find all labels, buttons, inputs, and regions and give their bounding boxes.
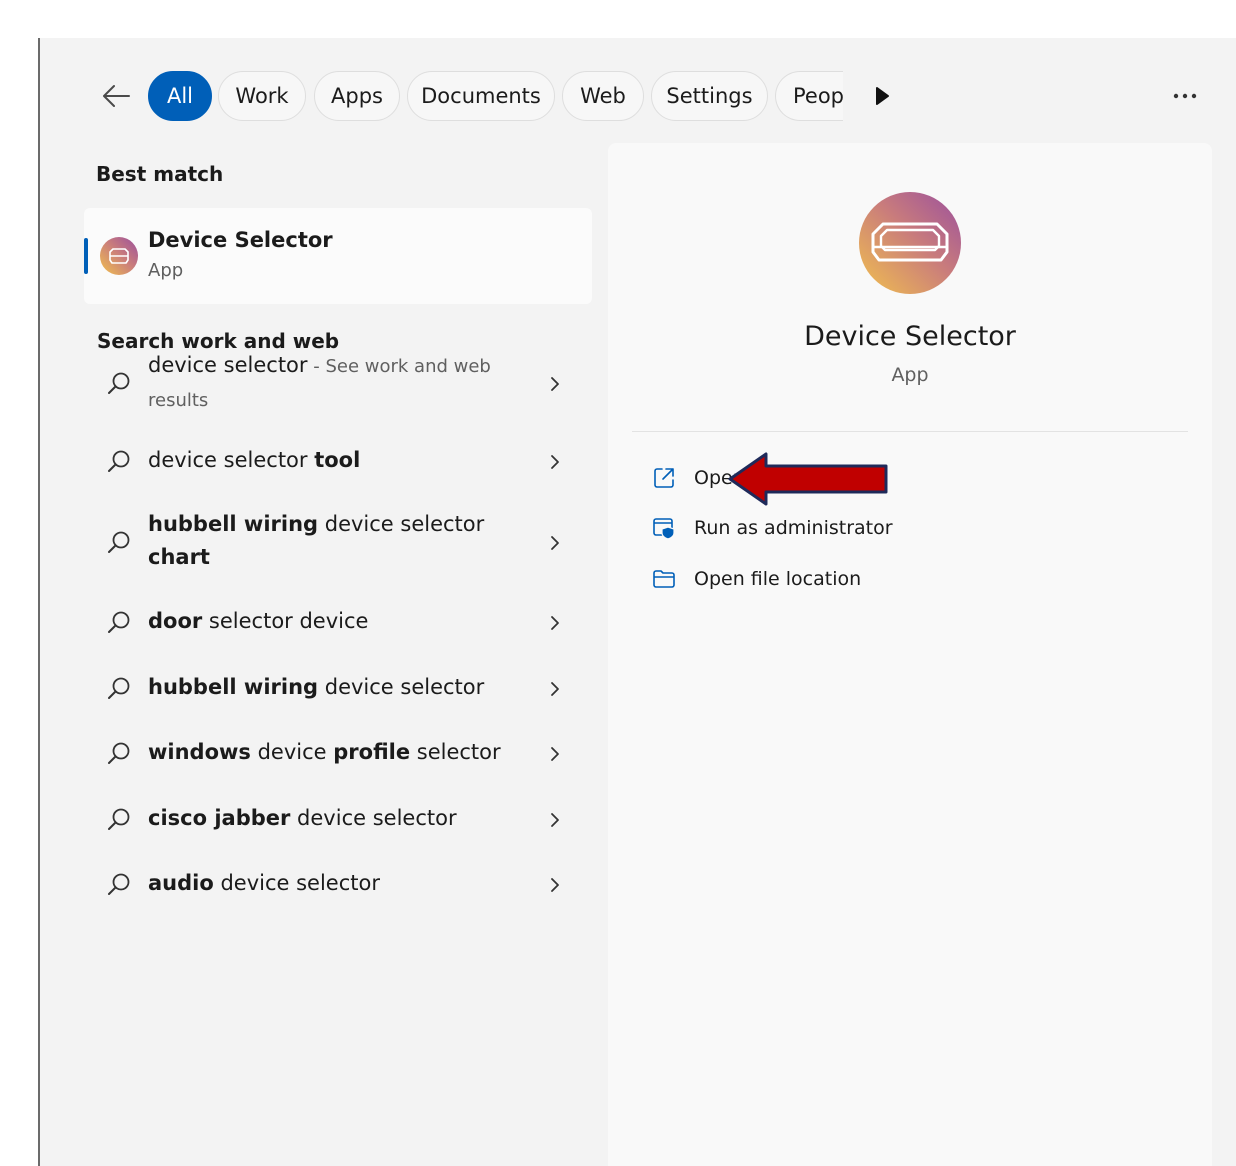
search-suggestion[interactable]: hubbell wiring device selector <box>96 671 576 707</box>
search-suggestion-text: hubbell wiring device selector <box>148 675 485 699</box>
best-match-heading: Best match <box>96 162 224 186</box>
run-as-admin-label: Run as administrator <box>694 517 893 539</box>
search-icon <box>108 677 130 699</box>
tab-documents[interactable]: Documents <box>407 71 555 121</box>
tab-work[interactable]: Work <box>218 71 306 121</box>
search-icon <box>108 450 130 472</box>
open-external-icon <box>654 468 674 488</box>
tab-people[interactable]: Peop <box>775 71 843 121</box>
search-icon <box>108 808 130 830</box>
search-suggestion[interactable]: device selector tool <box>96 444 576 480</box>
search-suggestion[interactable]: hubbell wiring device selector chart <box>96 508 576 578</box>
back-arrow-icon <box>103 85 130 107</box>
more-options-button[interactable] <box>1166 78 1204 114</box>
tab-settings[interactable]: Settings <box>651 71 768 121</box>
app-detail-pane: Device Selector App Open Run as administ… <box>608 143 1212 1166</box>
tab-web[interactable]: Web <box>562 71 644 121</box>
search-icon <box>108 611 130 633</box>
more-icon <box>1173 93 1197 99</box>
chevron-right-icon <box>551 682 559 696</box>
search-icon <box>108 531 130 553</box>
back-button[interactable] <box>96 76 136 116</box>
best-match-name: Device Selector <box>148 228 333 252</box>
detail-divider <box>632 431 1188 432</box>
search-icon <box>108 372 130 394</box>
search-suggestion[interactable]: cisco jabber device selector <box>96 802 576 838</box>
search-suggestion-text: hubbell wiring device selector chart <box>148 512 485 569</box>
search-suggestion[interactable]: device selector - See work and web resul… <box>96 349 576 419</box>
tab-apps[interactable]: Apps <box>314 71 400 121</box>
device-selector-app-icon <box>100 237 138 275</box>
chevron-right-icon <box>551 536 559 550</box>
search-suggestion-text: audio device selector <box>148 871 380 895</box>
search-suggestion-text: cisco jabber device selector <box>148 806 457 830</box>
search-suggestion[interactable]: windows device profile selector <box>96 736 576 772</box>
search-icon <box>108 742 130 764</box>
search-panel: All Work Apps Documents Web Settings Peo… <box>38 38 1236 1166</box>
run-as-admin-action[interactable]: Run as administrator <box>648 511 948 547</box>
chevron-right-icon <box>551 616 559 630</box>
search-icon <box>108 873 130 895</box>
detail-app-name: Device Selector <box>804 321 1016 352</box>
chevron-right-icon <box>551 455 559 469</box>
play-next-icon <box>876 87 889 105</box>
search-suggestion[interactable]: door selector device <box>96 605 576 641</box>
admin-shield-icon <box>653 518 675 540</box>
search-suggestion-text: windows device profile selector <box>148 740 501 764</box>
open-file-location-action[interactable]: Open file location <box>648 562 948 598</box>
selection-indicator <box>84 238 88 274</box>
search-suggestion-text: device selector tool <box>148 448 361 472</box>
device-selector-large-icon <box>859 192 961 294</box>
folder-icon <box>653 570 675 588</box>
best-match-type: App <box>148 260 184 281</box>
tab-all[interactable]: All <box>148 71 212 121</box>
best-match-result[interactable]: Device Selector App <box>84 208 592 304</box>
search-suggestion[interactable]: audio device selector <box>96 867 576 903</box>
search-suggestion-text: door selector device <box>148 609 369 633</box>
detail-app-type: App <box>891 364 929 386</box>
chevron-right-icon <box>551 878 559 892</box>
chevron-right-icon <box>551 813 559 827</box>
search-suggestion-text: device selector - See work and web resul… <box>148 353 491 411</box>
scroll-tabs-button[interactable] <box>868 82 896 110</box>
open-file-location-label: Open file location <box>694 568 862 590</box>
chevron-right-icon <box>551 377 559 391</box>
filter-bar: All Work Apps Documents Web Settings Peo… <box>40 38 1236 154</box>
chevron-right-icon <box>551 747 559 761</box>
red-annotation-arrow <box>728 452 888 506</box>
